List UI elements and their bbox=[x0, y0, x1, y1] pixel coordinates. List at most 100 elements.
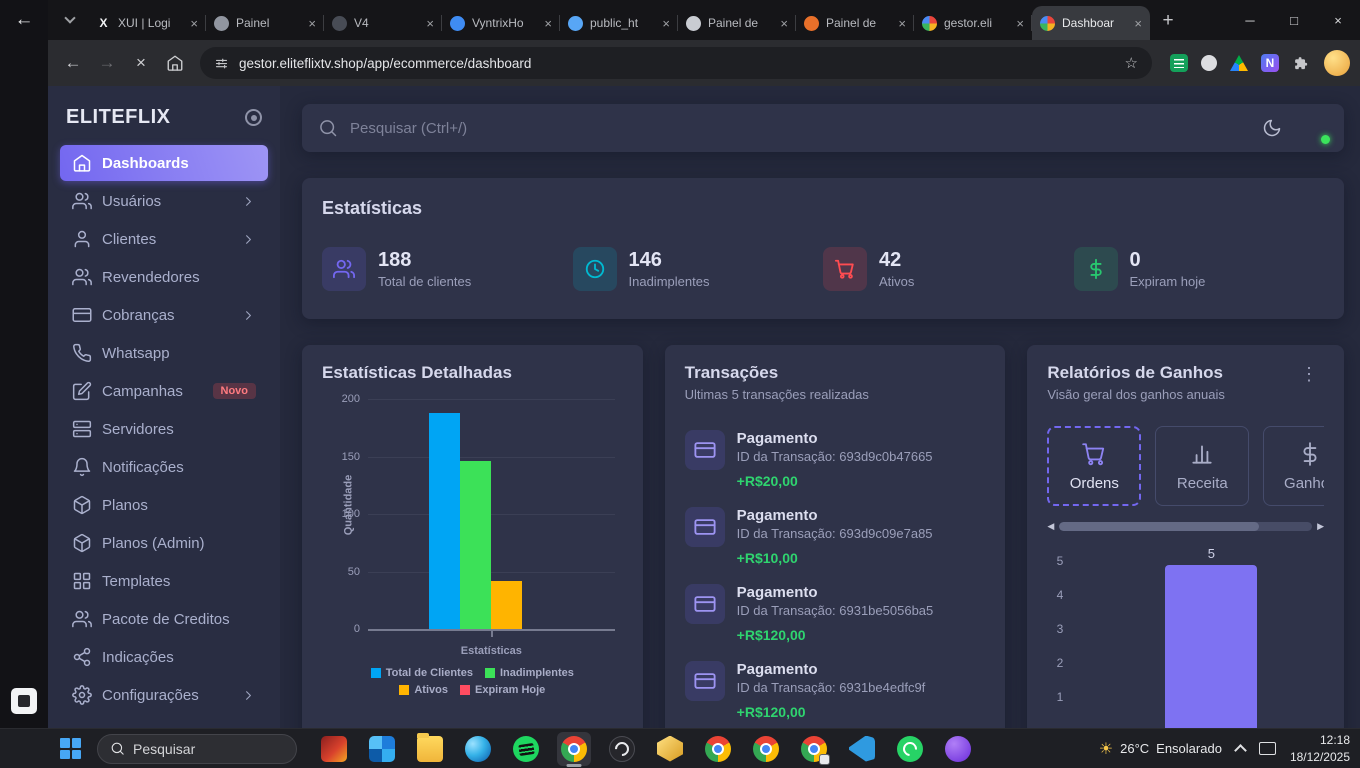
address-bar[interactable]: gestor.eliteflixtv.shop/app/ecommerce/da… bbox=[200, 47, 1152, 79]
tab-search-button[interactable] bbox=[56, 6, 84, 34]
sidebar-item-clientes[interactable]: Clientes bbox=[60, 221, 268, 257]
browser-tab[interactable]: Dashboar× bbox=[1032, 6, 1150, 40]
browser-tab[interactable]: XXUI | Logi× bbox=[88, 6, 206, 40]
browser-stop-button[interactable]: × bbox=[126, 48, 156, 78]
media-app[interactable] bbox=[941, 732, 975, 766]
weather-condition: Ensolarado bbox=[1156, 741, 1222, 756]
taskbar-search-input[interactable] bbox=[133, 741, 284, 757]
vscode-app[interactable] bbox=[845, 732, 879, 766]
spotify-app[interactable] bbox=[509, 732, 543, 766]
browser-tab[interactable]: gestor.eli× bbox=[914, 6, 1032, 40]
report-tab-label: Ordens bbox=[1070, 475, 1119, 492]
edge-app[interactable] bbox=[461, 732, 495, 766]
url-text: gestor.eliteflixtv.shop/app/ecommerce/da… bbox=[239, 56, 1115, 71]
transaction-text: PagamentoID da Transação: 693d9c09e7a85+… bbox=[737, 507, 933, 566]
browser-home-button[interactable] bbox=[160, 48, 190, 78]
report-tab-ganhos[interactable]: Ganhos bbox=[1263, 426, 1324, 506]
n-extension-icon[interactable]: N bbox=[1261, 54, 1279, 72]
store-app[interactable] bbox=[365, 732, 399, 766]
more-options-icon[interactable]: ⋮ bbox=[1294, 363, 1324, 385]
chart-bars bbox=[368, 399, 615, 629]
sheets-extension-icon[interactable] bbox=[1170, 54, 1188, 72]
report-tab-receita[interactable]: Receita bbox=[1155, 426, 1249, 506]
drive-extension-icon[interactable] bbox=[1230, 55, 1248, 71]
rail-app-icon[interactable] bbox=[11, 688, 37, 714]
close-button[interactable]: × bbox=[1316, 0, 1360, 40]
sidebar-item-revendedores[interactable]: Revendedores bbox=[60, 259, 268, 295]
sidebar-item-planos[interactable]: Planos bbox=[60, 487, 268, 523]
earnings-report-title: Relatórios de Ganhos bbox=[1047, 363, 1294, 383]
browser-tab[interactable]: Painel de× bbox=[796, 6, 914, 40]
transaction-title: Pagamento bbox=[737, 430, 933, 447]
chrome-profile-1[interactable] bbox=[701, 732, 735, 766]
sidebar-item-notificacoes[interactable]: Notificações bbox=[60, 449, 268, 485]
browser-tab[interactable]: V4× bbox=[324, 6, 442, 40]
scrollbar-thumb[interactable] bbox=[1059, 522, 1259, 531]
whatsapp-app[interactable] bbox=[893, 732, 927, 766]
tab-close-icon[interactable]: × bbox=[1134, 16, 1142, 31]
search-input[interactable] bbox=[350, 120, 1250, 137]
chrome-app[interactable] bbox=[557, 732, 591, 766]
scroll-left-icon[interactable]: ◀ bbox=[1047, 522, 1054, 531]
sidebar-item-planos-admin[interactable]: Planos (Admin) bbox=[60, 525, 268, 561]
browser-tab[interactable]: Painel de× bbox=[678, 6, 796, 40]
scroll-right-icon[interactable]: ▶ bbox=[1317, 522, 1324, 531]
display-tray-icon[interactable] bbox=[1259, 742, 1276, 755]
minimize-button[interactable]: ─ bbox=[1228, 0, 1272, 40]
browser-forward-button[interactable]: → bbox=[92, 48, 122, 78]
game-app[interactable] bbox=[317, 732, 351, 766]
sidebar-item-pacote-de-creditos[interactable]: Pacote de Creditos bbox=[60, 601, 268, 637]
tab-close-icon[interactable]: × bbox=[190, 16, 198, 31]
browser-tab[interactable]: VyntrixHo× bbox=[442, 6, 560, 40]
tab-close-icon[interactable]: × bbox=[1016, 16, 1024, 31]
app-page: ELITEFLIX DashboardsUsuáriosClientesReve… bbox=[48, 86, 1360, 728]
report-tab-ordens[interactable]: Ordens bbox=[1047, 426, 1141, 506]
sidebar-item-servidores[interactable]: Servidores bbox=[60, 411, 268, 447]
site-info-icon[interactable] bbox=[214, 56, 229, 71]
sidebar-item-templates[interactable]: Templates bbox=[60, 563, 268, 599]
taskbar-search[interactable] bbox=[97, 734, 297, 764]
taskbar-clock[interactable]: 12:18 18/12/2025 bbox=[1290, 732, 1350, 764]
chrome-profile-2[interactable] bbox=[749, 732, 783, 766]
maximize-button[interactable]: □ bbox=[1272, 0, 1316, 40]
transaction-title: Pagamento bbox=[737, 584, 934, 601]
gold-app[interactable] bbox=[653, 732, 687, 766]
tab-close-icon[interactable]: × bbox=[780, 16, 788, 31]
sidebar-item-usuarios[interactable]: Usuários bbox=[60, 183, 268, 219]
store-app-icon bbox=[369, 736, 395, 762]
legend-swatch bbox=[371, 668, 381, 678]
sidebar-item-indicacoes[interactable]: Indicações bbox=[60, 639, 268, 675]
dark-mode-toggle[interactable] bbox=[1262, 118, 1282, 138]
tab-close-icon[interactable]: × bbox=[308, 16, 316, 31]
circle-extension-icon[interactable] bbox=[1201, 55, 1217, 71]
weather-widget[interactable]: ☀ 26°C Ensolarado bbox=[1099, 739, 1222, 759]
tray-chevron-up-icon[interactable] bbox=[1234, 744, 1247, 757]
menu-pin-icon[interactable] bbox=[245, 109, 262, 126]
profile-avatar[interactable] bbox=[1324, 50, 1350, 76]
sidebar-item-whatsapp[interactable]: Whatsapp bbox=[60, 335, 268, 371]
bookmark-star-icon[interactable]: ☆ bbox=[1125, 54, 1138, 72]
browser-tab[interactable]: Painel× bbox=[206, 6, 324, 40]
sidebar-item-configuracoes[interactable]: Configurações bbox=[60, 677, 268, 713]
legend-label: Ativos bbox=[414, 684, 448, 696]
taskbar-right: ☀ 26°C Ensolarado 12:18 18/12/2025 bbox=[1099, 732, 1360, 764]
new-tab-button[interactable]: + bbox=[1154, 7, 1182, 35]
tab-close-icon[interactable]: × bbox=[544, 16, 552, 31]
sidebar-item-dashboards[interactable]: Dashboards bbox=[60, 145, 268, 181]
extensions-puzzle-icon[interactable] bbox=[1292, 54, 1310, 72]
tab-close-icon[interactable]: × bbox=[426, 16, 434, 31]
dark-circle-app[interactable] bbox=[605, 732, 639, 766]
back-arrow-icon[interactable]: ← bbox=[0, 0, 48, 40]
sidebar-item-campanhas[interactable]: CampanhasNovo bbox=[60, 373, 268, 409]
scrollbar-track[interactable] bbox=[1059, 522, 1312, 531]
users-icon bbox=[322, 247, 366, 291]
tab-close-icon[interactable]: × bbox=[662, 16, 670, 31]
browser-tab[interactable]: public_ht× bbox=[560, 6, 678, 40]
start-button[interactable] bbox=[60, 738, 81, 759]
chrome-profile-3[interactable] bbox=[797, 732, 831, 766]
tab-close-icon[interactable]: × bbox=[898, 16, 906, 31]
file-explorer-app[interactable] bbox=[413, 732, 447, 766]
y-tick-label: 100 bbox=[342, 508, 360, 520]
browser-back-button[interactable]: ← bbox=[58, 48, 88, 78]
sidebar-item-cobrancas[interactable]: Cobranças bbox=[60, 297, 268, 333]
